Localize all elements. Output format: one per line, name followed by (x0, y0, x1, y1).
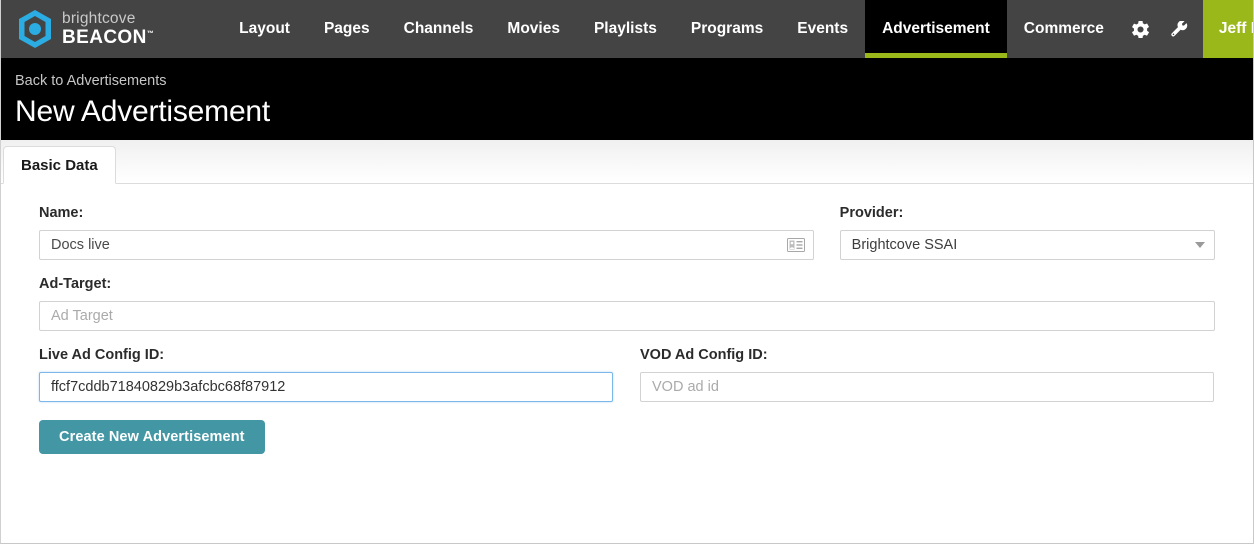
nav-item-pages[interactable]: Pages (307, 0, 387, 58)
top-navigation-bar: brightcove BEACON™ Layout Pages Channels… (1, 0, 1253, 58)
live-ad-config-id-label: Live Ad Config ID: (39, 346, 165, 363)
nav-item-layout[interactable]: Layout (222, 0, 307, 58)
nav-item-programs[interactable]: Programs (674, 0, 780, 58)
live-ad-config-id-input-wrap (39, 371, 613, 402)
name-input[interactable] (39, 229, 814, 260)
gear-icon[interactable] (1121, 0, 1160, 58)
main-nav-links: Layout Pages Channels Movies Playlists P… (222, 0, 1253, 58)
user-menu-label: Jeff Doktor (1218, 20, 1253, 37)
nav-item-events[interactable]: Events (780, 0, 865, 58)
brand-logo[interactable]: brightcove BEACON™ (1, 0, 164, 58)
application-window: brightcove BEACON™ Layout Pages Channels… (0, 0, 1254, 544)
provider-label: Provider: (839, 205, 904, 221)
provider-select[interactable]: Brightcove SSAI (839, 229, 1215, 260)
create-new-advertisement-button[interactable]: Create New Advertisement (39, 419, 265, 454)
ad-target-label: Ad-Target: (39, 275, 112, 292)
page-title: New Advertisement (15, 95, 271, 129)
form-row-ad-config-ids: Live Ad Config ID: VOD Ad Config ID: (39, 346, 1215, 402)
page-header: Back to Advertisements New Advertisement (1, 58, 1253, 140)
ad-target-input-wrap (39, 300, 1215, 331)
field-vod-ad-config-id: VOD Ad Config ID: (640, 346, 1214, 402)
brand-name-top: brightcove (62, 9, 136, 27)
vod-ad-config-id-input[interactable] (640, 371, 1214, 402)
brand-name-bottom: BEACON™ (62, 27, 155, 49)
user-menu-button[interactable]: Jeff Doktor ▾ (1202, 0, 1253, 58)
brightcove-hexagon-logo-icon (17, 9, 53, 49)
field-live-ad-config-id: Live Ad Config ID: (39, 346, 613, 402)
provider-selected-value: Brightcove SSAI (851, 236, 958, 253)
field-ad-target: Ad-Target: (39, 275, 1215, 331)
nav-item-channels[interactable]: Channels (387, 0, 491, 58)
form-row-name-provider: Name: Docs live Provider: Brightcove SSA… (39, 205, 1215, 260)
name-label: Name: (39, 205, 84, 221)
field-name: Name: (39, 205, 814, 260)
vod-ad-config-id-label: VOD Ad Config ID: (640, 346, 768, 363)
nav-item-advertisement[interactable]: Advertisement (865, 0, 1007, 58)
name-input-wrap (39, 229, 814, 260)
tab-strip: Basic Data (1, 140, 1253, 184)
back-to-advertisements-link[interactable]: Back to Advertisements (15, 73, 167, 90)
nav-item-playlists[interactable]: Playlists (577, 0, 674, 58)
nav-item-movies[interactable]: Movies (490, 0, 577, 58)
wrench-icon[interactable] (1160, 0, 1199, 58)
field-provider: Provider: Brightcove SSAI (839, 205, 1215, 260)
nav-item-commerce[interactable]: Commerce (1007, 0, 1121, 58)
ad-target-input[interactable] (39, 300, 1215, 331)
tab-basic-data[interactable]: Basic Data (3, 146, 116, 184)
trademark-symbol: ™ (146, 30, 155, 38)
form-row-ad-target: Ad-Target: (39, 275, 1215, 331)
live-ad-config-id-input[interactable] (39, 371, 613, 402)
advertisement-form: Name: Docs live Provider: Brightcove SSA… (1, 184, 1253, 454)
chevron-down-icon (1195, 241, 1205, 248)
vod-ad-config-id-input-wrap (640, 371, 1214, 402)
